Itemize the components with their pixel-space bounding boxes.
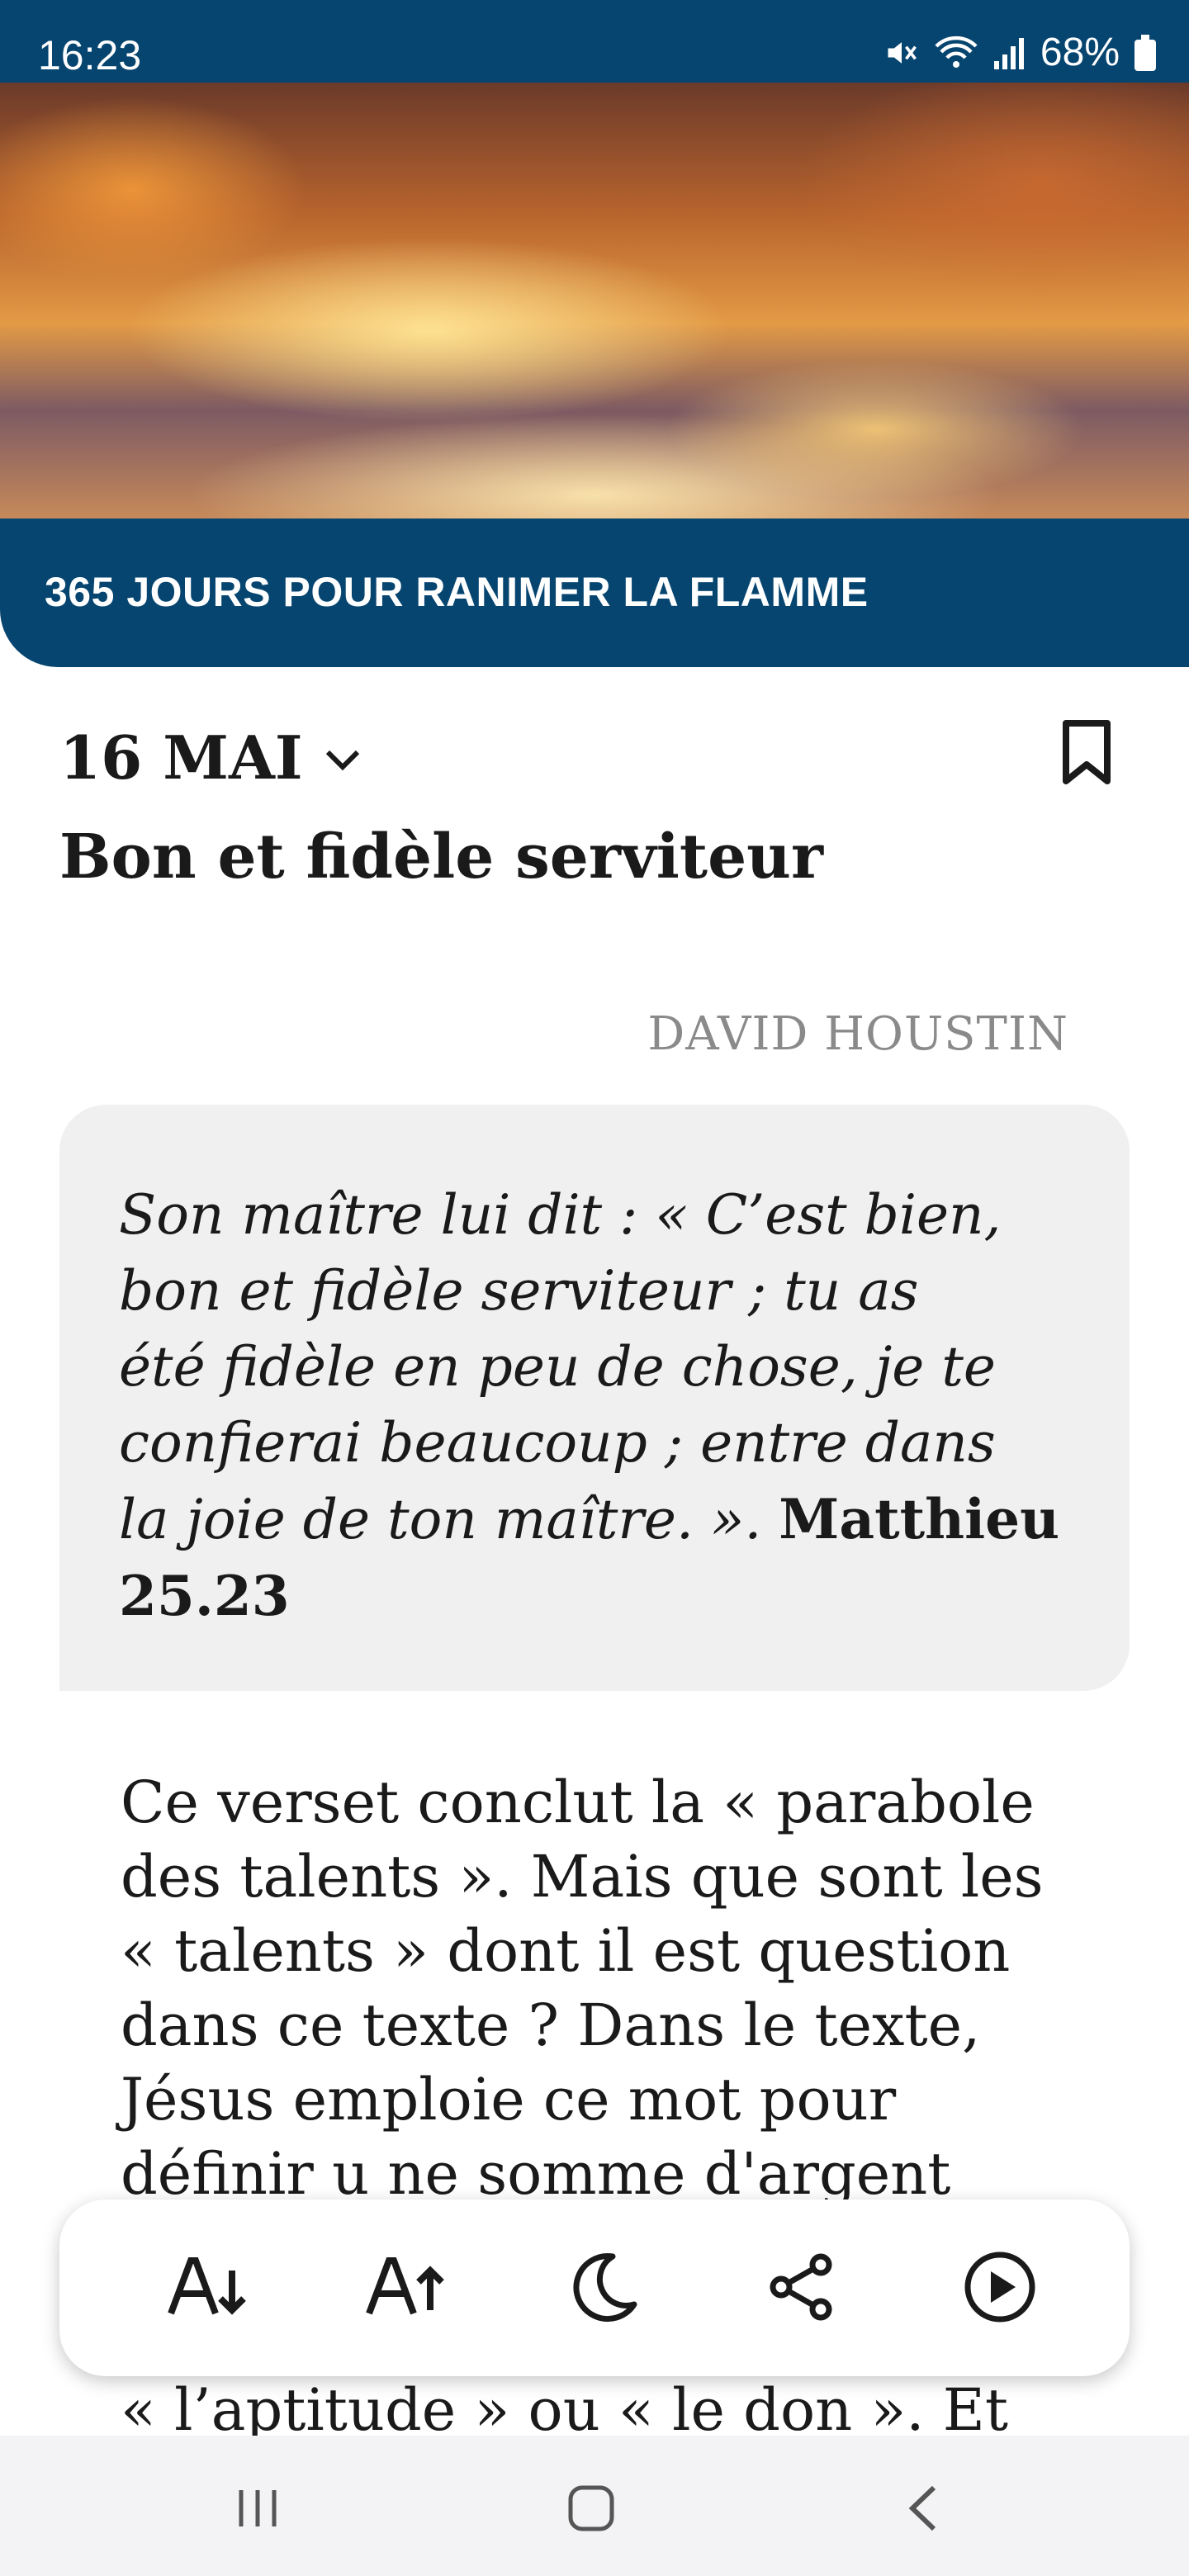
body-line: des talents ». Mais que sont les xyxy=(121,1843,1044,1911)
font-increase-icon xyxy=(364,2254,447,2323)
devotional-title: Bon et fidèle serviteur xyxy=(59,822,823,893)
verse-line: la joie de ton maître. ». Matthieu xyxy=(119,1481,1077,1558)
mute-icon xyxy=(883,35,920,71)
verse-text: Son maître lui dit : « C’est bien, bon e… xyxy=(119,1177,1077,1634)
signal-icon xyxy=(992,35,1026,71)
date-label: 16 MAI xyxy=(59,722,303,793)
system-navigation-bar xyxy=(0,2436,1189,2576)
body-line: Jésus emploie ce mot pour xyxy=(121,2066,897,2133)
verse-line: Son maître lui dit : « C’est bien, xyxy=(119,1183,1002,1247)
play-audio-button[interactable] xyxy=(955,2243,1045,2334)
moon-icon xyxy=(566,2250,641,2327)
chevron-down-icon xyxy=(324,747,361,775)
battery-percent: 68% xyxy=(1040,31,1120,74)
share-button[interactable] xyxy=(756,2243,847,2334)
bookmark-icon xyxy=(1061,720,1112,789)
back-icon xyxy=(902,2483,944,2537)
bookmark-button[interactable] xyxy=(1061,718,1112,789)
verse-line: bon et fidèle serviteur ; tu as xyxy=(119,1259,919,1323)
verse-line-end: la joie de ton maître. ». xyxy=(119,1488,762,1551)
back-button[interactable] xyxy=(890,2481,956,2539)
wifi-icon xyxy=(935,35,978,71)
recent-apps-icon xyxy=(234,2485,281,2535)
font-decrease-button[interactable] xyxy=(162,2243,253,2334)
night-mode-button[interactable] xyxy=(558,2243,649,2334)
font-increase-button[interactable] xyxy=(360,2243,451,2334)
author-name: DAVID HOUSTIN xyxy=(647,1007,1068,1061)
book-banner: 365 JOURS POUR RANIMER LA FLAMME xyxy=(0,519,1189,667)
reading-toolbar xyxy=(59,2200,1130,2376)
home-icon xyxy=(566,2483,617,2537)
hero-sky-image xyxy=(0,83,1189,520)
home-button[interactable] xyxy=(558,2481,624,2539)
devotional-body: Ce verset conclut la « parabole des tale… xyxy=(121,1765,1078,2211)
font-decrease-icon xyxy=(166,2254,249,2323)
recent-apps-button[interactable] xyxy=(225,2481,291,2539)
verse-line: été fidèle en peu de chose, je te xyxy=(119,1335,996,1399)
status-time: 16:23 xyxy=(38,32,142,78)
verse-reference-number: 25.23 xyxy=(119,1564,290,1628)
share-icon xyxy=(766,2252,837,2326)
body-line: « talents » dont il est question xyxy=(121,1917,1011,1985)
status-icons: 68% xyxy=(883,30,1156,75)
body-line: Ce verset conclut la « parabole xyxy=(121,1769,1035,1836)
battery-icon xyxy=(1135,34,1156,71)
verse-box: Son maître lui dit : « C’est bien, bon e… xyxy=(59,1105,1130,1691)
play-icon xyxy=(963,2250,1037,2327)
date-selector[interactable]: 16 MAI xyxy=(59,722,361,793)
body-line: dans ce texte ? Dans le texte, xyxy=(121,1991,981,2059)
verse-line: confierai beaucoup ; entre dans xyxy=(119,1411,996,1475)
verse-reference: Matthieu xyxy=(779,1487,1060,1551)
status-bar: 16:23 68% xyxy=(0,0,1189,83)
book-title: 365 JOURS POUR RANIMER LA FLAMME xyxy=(45,569,869,615)
